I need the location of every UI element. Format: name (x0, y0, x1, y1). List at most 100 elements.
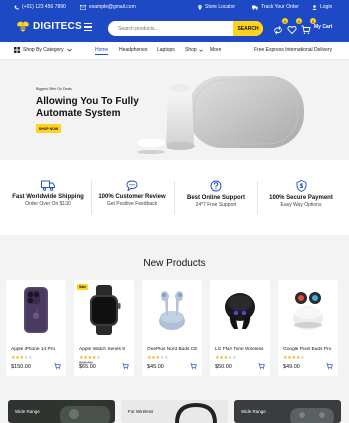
add-to-cart-icon[interactable] (326, 363, 333, 370)
section-title: New Products (143, 258, 206, 269)
gaming-console-image (60, 406, 110, 423)
promo-banner-wide-range-2[interactable]: Wide Range (234, 400, 341, 423)
hero-banner: Biggest Offer On Deals Allowing You To F… (0, 60, 349, 214)
brand-logo[interactable]: DIGITECS (16, 20, 82, 33)
divider (257, 181, 258, 214)
category-label: Shop By Category (23, 47, 64, 53)
store-locator-label: Store Locator (205, 4, 236, 10)
login-link[interactable]: Login (312, 0, 332, 14)
grid-icon (14, 47, 20, 53)
phone-number: (+01) 123 456 7890 (22, 4, 66, 10)
add-to-cart-icon[interactable] (190, 363, 197, 370)
login-label: Login (320, 4, 333, 10)
email-contact[interactable]: example@gmail.com (80, 0, 136, 14)
headphones-image (175, 402, 217, 423)
rating-stars: ★★★★★ (283, 355, 305, 361)
wishlist-button[interactable]: 0 (287, 18, 302, 35)
promo-banner-wide-range[interactable]: Wide Range (8, 400, 115, 423)
shop-now-button[interactable]: SHOP NOW (36, 124, 61, 133)
product-name[interactable]: Google Pixel Buds Pro (283, 347, 339, 352)
feature-subtitle: Get Positive Feedback (106, 201, 158, 207)
heart-icon (287, 26, 297, 35)
rating-stars: ★★★★★ (11, 355, 33, 361)
store-locator-link[interactable]: Store Locator (198, 0, 235, 14)
banner-label: Wide Range (241, 409, 266, 414)
feature-support: Best Online Support 24*7 Free Support (176, 180, 256, 208)
search-bar: SEARCH (108, 21, 263, 36)
cart-icon (301, 25, 311, 34)
product-price: $50.00 (215, 364, 232, 370)
feature-shipping: Fast Worldwide Shipping Order Over On $1… (8, 180, 88, 207)
product-name[interactable]: Apple iPhone 14 Pro (11, 347, 67, 352)
pixel-buds-image (293, 292, 323, 330)
feature-title: 100% Customer Review (98, 194, 166, 200)
divider (174, 181, 175, 214)
menu-toggle-icon[interactable] (84, 23, 92, 31)
nav-link-laptops[interactable]: Laptops (157, 47, 175, 53)
shop-by-category-dropdown[interactable]: Shop By Category (14, 47, 72, 53)
feature-review: 100% Customer Review Get Positive Feedba… (92, 180, 172, 207)
product-name[interactable]: LG FNA Tone Wireless (215, 347, 271, 352)
smart-speaker-image (135, 76, 304, 154)
nav-link-shop-label: Shop (185, 47, 197, 53)
feature-subtitle: 24*7 Free Support (195, 202, 237, 208)
banner-label: For Wireless (128, 409, 154, 414)
add-to-cart-icon[interactable] (122, 363, 129, 370)
brand-name: DIGITECS (33, 21, 82, 32)
new-products-section: New Products Apple iPhone 14 Pro ★★★★★ $… (0, 235, 349, 423)
nav-link-home[interactable]: Home (95, 47, 109, 55)
sale-badge: Sale (77, 284, 89, 290)
track-order-label: Track Your Order (261, 4, 299, 10)
nav-link-more[interactable]: More (210, 47, 221, 53)
nav-link-headphones[interactable]: Headphones (119, 47, 147, 53)
chat-icon (126, 180, 138, 191)
hero-kicker: Biggest Offer On Deals (36, 87, 72, 91)
user-icon (312, 4, 317, 10)
add-to-cart-icon[interactable] (54, 363, 61, 370)
cart-button[interactable]: 0 (301, 18, 316, 34)
product-card[interactable]: Google Pixel Buds Pro ★★★★★ $49.00 (278, 280, 338, 376)
main-nav: Shop By Category Home Headphones Laptops… (0, 42, 349, 60)
iphone-image (24, 287, 48, 333)
logo-bee-icon (17, 21, 29, 32)
truck-icon (252, 5, 258, 10)
my-cart-label[interactable]: My Cart (314, 24, 332, 30)
feature-title: Best Online Support (186, 195, 245, 201)
product-name[interactable]: OnePlus Nord Buds CE (147, 347, 203, 352)
phone-contact[interactable]: (+01) 123 456 7890 (14, 0, 66, 14)
track-order-link[interactable]: Track Your Order (252, 0, 299, 14)
apple-watch-image (90, 285, 121, 335)
banner-label: Wide Range (15, 409, 40, 414)
search-input[interactable] (118, 23, 228, 34)
product-name[interactable]: Apple Watch Series 8 (79, 347, 135, 352)
compare-icon (274, 26, 282, 35)
product-card[interactable]: OnePlus Nord Buds CE ★★★★★ $45.00 (142, 280, 202, 376)
compare-button[interactable]: 0 (273, 18, 288, 35)
shield-icon (296, 180, 306, 192)
product-card[interactable]: Sale Apple Watch Series 8 ★★★★★ $80.00 $… (74, 280, 134, 376)
truck-icon (41, 180, 55, 191)
product-price: $65.00 (79, 364, 96, 370)
promo-banner-for-wireless[interactable]: For Wireless (121, 400, 228, 423)
product-price: $150.00 (11, 364, 31, 370)
rating-stars: ★★★★★ (147, 355, 169, 361)
main-header: DIGITECS SEARCH 0 0 0 My Cart (0, 14, 349, 42)
product-card[interactable]: Apple iPhone 14 Pro ★★★★★ $150.00 (6, 280, 66, 376)
search-button[interactable]: SEARCH (233, 21, 263, 36)
phone-icon (14, 5, 19, 10)
feature-subtitle: Easy Way Options (280, 202, 322, 208)
add-to-cart-icon[interactable] (258, 363, 265, 370)
controller-image (290, 408, 334, 423)
product-price: $45.00 (147, 364, 164, 370)
question-icon (210, 180, 222, 192)
lg-tone-image (225, 293, 255, 329)
product-card[interactable]: LG FNA Tone Wireless ★★★★★ $50.00 (210, 280, 270, 376)
mail-icon (80, 4, 86, 10)
chevron-down-icon (66, 48, 72, 52)
chevron-down-icon (198, 49, 203, 52)
oneplus-buds-image (159, 291, 185, 330)
top-bar: (+01) 123 456 7890 example@gmail.com Sto… (0, 0, 349, 14)
feature-payment: 100% Secure Payment Easy Way Options (261, 180, 341, 208)
nav-link-shop[interactable]: Shop (185, 47, 203, 53)
location-pin-icon (198, 4, 202, 10)
